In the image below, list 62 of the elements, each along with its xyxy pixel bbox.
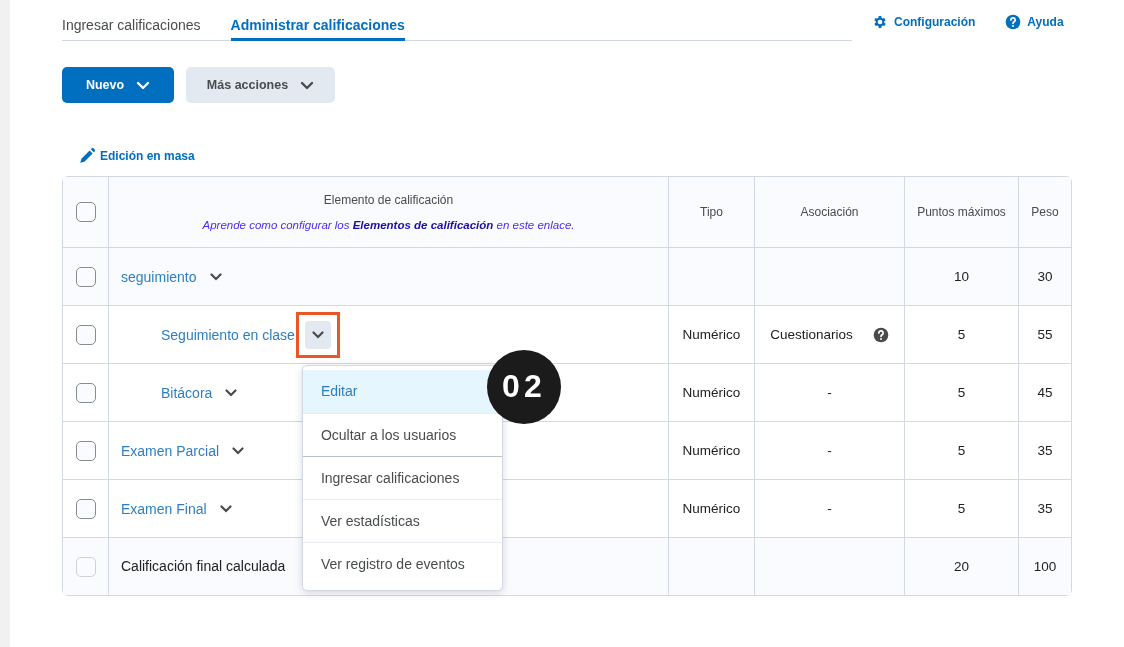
caret-icon — [209, 272, 222, 281]
tab[interactable]: Ingresar calificaciones — [62, 0, 201, 41]
table-cell: - — [827, 443, 832, 458]
help-link[interactable]: Aprende como configurar los Elementos de calificación en este enlace. — [202, 219, 575, 231]
help-icon[interactable] — [872, 326, 889, 343]
step-badge: 02 — [486, 349, 561, 424]
column-header: Asociación — [800, 205, 859, 219]
menu-item[interactable]: Ver registro de eventos — [302, 541, 502, 585]
settings-link[interactable]: Configuración — [872, 14, 976, 30]
row-checkbox[interactable] — [75, 382, 96, 403]
table-cell: 10 — [954, 269, 969, 284]
table-cell: 20 — [954, 559, 969, 574]
column-header: Elemento de calificación — [323, 193, 454, 207]
item-menu-button[interactable] — [304, 320, 331, 349]
row-checkbox[interactable] — [75, 440, 96, 461]
select-all-checkbox[interactable] — [75, 202, 96, 222]
row-checkbox[interactable] — [75, 324, 96, 345]
table-cell: Numérico — [682, 501, 741, 516]
table-cell: 55 — [1037, 327, 1053, 342]
table-cell: Numérico — [682, 443, 741, 458]
caret-icon — [219, 504, 232, 513]
grade-item-link[interactable]: Examen Final — [121, 500, 207, 517]
tab[interactable]: Administrar calificaciones — [230, 0, 405, 41]
grade-item-link[interactable]: Examen Parcial — [121, 442, 220, 459]
menu-item[interactable]: Ocultar a los usuarios — [302, 412, 502, 456]
table-cell: 5 — [957, 327, 966, 342]
table-cell: 45 — [1037, 385, 1053, 400]
grade-item-link[interactable]: Seguimiento en clase — [161, 326, 295, 343]
grade-item-name: Calificación final calculada — [121, 558, 286, 575]
table-cell: Cuestionarios — [770, 327, 853, 342]
help-link[interactable]: Ayuda — [1005, 14, 1064, 30]
column-header: Puntos máximos — [917, 205, 1006, 219]
table-cell: - — [827, 385, 832, 400]
new-button[interactable]: Nuevo — [62, 67, 174, 103]
table-cell: 35 — [1037, 443, 1053, 458]
caret-icon — [311, 330, 324, 339]
column-header: Peso — [1031, 205, 1059, 219]
bulk-edit-link[interactable]: Edición en masa — [78, 147, 195, 165]
help-icon — [1005, 14, 1022, 30]
pencil-icon — [78, 147, 96, 165]
grade-item-link[interactable]: Bitácora — [161, 384, 213, 401]
more-actions-button[interactable]: Más acciones — [186, 67, 335, 103]
row-checkbox[interactable] — [75, 498, 96, 519]
caret-icon — [136, 80, 151, 90]
table-cell: 5 — [957, 501, 966, 516]
table-cell: 35 — [1037, 501, 1053, 516]
table-cell: 30 — [1037, 269, 1053, 284]
caret-icon — [300, 80, 315, 90]
table-cell: - — [827, 501, 832, 516]
menu-item[interactable]: Ver estadísticas — [302, 498, 502, 542]
grade-item-link[interactable]: seguimiento — [121, 268, 197, 285]
table-cell: Numérico — [682, 327, 741, 342]
table-cell: 5 — [957, 443, 966, 458]
menu-item[interactable]: Ingresar calificaciones — [302, 455, 502, 499]
table-cell: 100 — [1033, 559, 1057, 574]
caret-icon — [232, 446, 245, 455]
caret-icon — [225, 388, 238, 397]
table-cell: 5 — [957, 385, 966, 400]
row-checkbox[interactable] — [75, 266, 96, 287]
table-cell: Numérico — [682, 385, 741, 400]
settings-icon — [872, 14, 888, 30]
column-header: Tipo — [700, 205, 723, 219]
